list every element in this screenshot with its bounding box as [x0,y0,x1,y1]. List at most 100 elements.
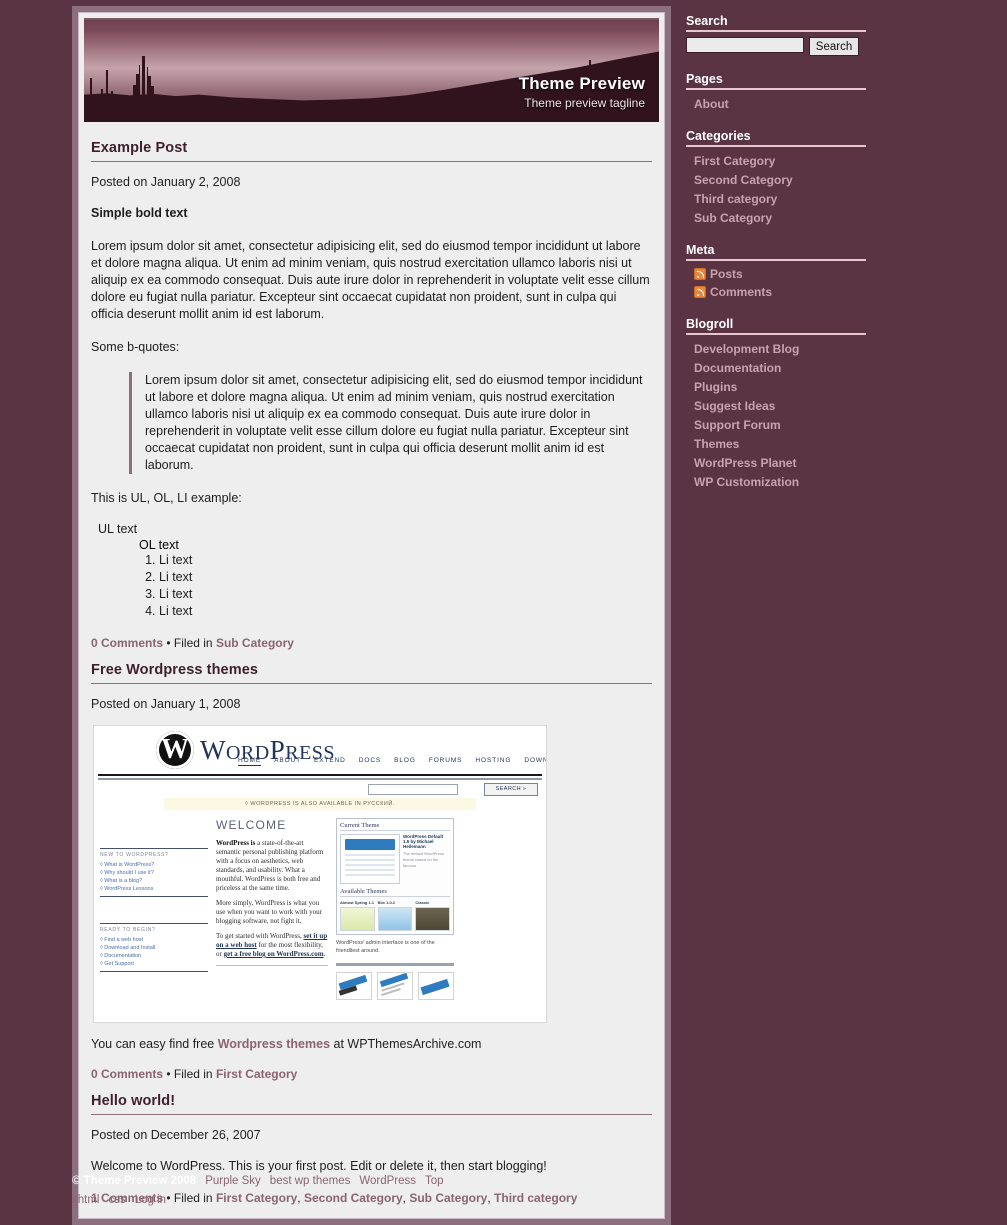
wp-box-title: NEW TO WORDPRESS? [100,852,169,858]
site-header-banner[interactable]: Theme Preview Theme preview tagline [84,18,659,122]
sidebar-item-second-category[interactable]: Second Category [694,173,793,187]
wordpress-themes-link[interactable]: Wordpress themes [218,1037,330,1051]
list-item: Li text [159,569,652,586]
wp-section-divider [336,963,454,966]
list-item: WordPress Planet [686,453,866,472]
search-input[interactable] [686,37,804,53]
wp-nav-docs[interactable]: DOCS [359,757,381,764]
wp-nav-extend[interactable]: EXTEND [314,757,346,764]
list-item: Themes [686,434,866,453]
wp-nav-home[interactable]: HOME [238,757,262,766]
wp-box-link[interactable]: ◊ Find a web host [100,936,208,944]
sidebar-title-meta: Meta [686,243,866,261]
wp-box-link[interactable]: ◊ Why should I use it? [100,869,208,877]
footer-link-wordpress[interactable]: WordPress [359,1175,416,1187]
wp-theme-line [345,874,395,876]
wp-p3-before: To get started with WordPress, [216,932,304,940]
wp-available-theme[interactable]: Classic [415,900,451,931]
wp-promo-card[interactable] [418,972,454,1000]
wp-available-theme-thumb [415,907,451,931]
page-root: Theme Preview Theme preview tagline Exam… [0,0,1007,1225]
wp-nav-forums[interactable]: FORUMS [429,757,463,764]
sidebar-item-sub-category[interactable]: Sub Category [694,211,772,225]
filed-in-label: Filed in [173,636,213,650]
wp-box-link[interactable]: ◊ What is WordPress? [100,861,208,869]
sidebar-item-development-blog[interactable]: Development Blog [694,342,799,356]
post-category-link[interactable]: First Category [216,1067,297,1081]
wp-logo-bar: W WORDPRESS HOME ABOUT EXTEND DOCS BLOG FORUM… [98,726,546,776]
post-title[interactable]: Hello world! [91,1093,652,1109]
footer-link-purple-sky[interactable]: Purple Sky [205,1175,261,1187]
wp-available-theme-thumb [377,907,413,931]
wp-available-theme[interactable]: Blix 1.0.2 [377,900,413,931]
post-title[interactable]: Example Post [91,140,652,156]
wp-language-banner[interactable]: ◊ WORDPRESS IS ALSO AVAILABLE IN РУССКИЙ… [164,798,476,810]
footer-link-css[interactable]: css [108,1194,125,1206]
sidebar-item-posts-feed[interactable]: Posts [710,267,743,281]
search-form[interactable] [686,37,866,56]
wp-box-link[interactable]: ◊ Download and Install [100,944,208,952]
sidebar-section-meta: Meta Posts Comments [686,243,866,301]
sidebar-item-third-category[interactable]: Third category [694,192,777,206]
sidebar-item-themes[interactable]: Themes [694,437,739,451]
footer-link-top[interactable]: Top [425,1175,444,1187]
wp-nav-hosting[interactable]: HOSTING [475,757,511,764]
wp-primary-nav[interactable]: HOME ABOUT EXTEND DOCS BLOG FORUMS HOSTING DOWN… [238,757,546,766]
demo-nested-list: OL text [91,538,652,552]
wp-box-link[interactable]: ◊ What is a blog? [100,877,208,885]
wp-box-link[interactable]: ◊ WordPress Lessons [100,885,208,893]
wp-available-themes-row: Almost Spring 1.1 Blix 1.0.2 Classic [340,900,451,931]
sidebar-item-support-forum[interactable]: Support Forum [694,418,781,432]
wp-available-theme-name: Blix 1.0.2 [377,900,396,905]
wp-p3-after: . [323,950,326,958]
wp-search-input[interactable] [368,784,458,795]
list-item: First Category [686,151,866,170]
sidebar-item-wordpress-planet[interactable]: WordPress Planet [694,456,796,470]
sidebar-item-documentation[interactable]: Documentation [694,361,781,375]
list-item: Li text [159,552,652,569]
sidebar-item-about[interactable]: About [694,97,729,111]
wp-nav-download[interactable]: DOWNLOAD [524,757,546,764]
rss-feed-icon [694,286,706,298]
post-blockquote: Lorem ipsum dolor sit amet, consectetur … [129,372,652,474]
sidebar-item-first-category[interactable]: First Category [694,154,775,168]
post-comments-link[interactable]: 0 Comments [91,636,163,650]
wordmark-w: W [200,735,226,765]
footer-link-xhtml[interactable]: xhtml [72,1194,99,1206]
post-title[interactable]: Free Wordpress themes [91,662,652,678]
post-category-link[interactable]: Sub Category [216,636,294,650]
wp-promo-card[interactable] [336,972,372,1000]
footer-link-best-wp-themes[interactable]: best wp themes [270,1175,351,1187]
posts-container: Example Post Posted on January 2, 2008 S… [84,122,659,1213]
demo-ordered-list: Li text Li text Li text Li text [91,552,652,620]
rss-feed-icon [694,268,706,280]
wp-box-link[interactable]: ◊ Documentation [100,952,208,960]
wp-free-blog-link[interactable]: get a free blog on WordPress.com [224,950,324,958]
wp-nav-blog[interactable]: BLOG [394,757,416,764]
wp-ready-to-begin-box: READY TO BEGIN? ◊ Find a web host ◊ Down… [100,923,208,972]
sidebar-item-wp-customization[interactable]: WP Customization [694,475,799,489]
wordpress-logo-icon: W [156,731,194,769]
wp-promo-card[interactable] [377,972,413,1000]
wp-theme-line [345,869,395,871]
footer-link-login[interactable]: Log in [135,1194,166,1206]
wp-paragraph-1: WordPress is a state-of-the-art semantic… [216,839,328,893]
search-button[interactable] [809,37,859,56]
wp-available-theme-name: Almost Spring 1.1 [340,900,375,905]
sidebar-item-plugins[interactable]: Plugins [694,380,737,394]
site-tagline: Theme preview tagline [524,96,645,110]
sidebar-item-suggest-ideas[interactable]: Suggest Ideas [694,399,775,413]
list-item: Second Category [686,170,866,189]
wordpress-homepage-screenshot[interactable]: W WORDPRESS HOME ABOUT EXTEND DOCS BLOG FORUM… [93,725,547,1023]
wp-available-theme[interactable]: Almost Spring 1.1 [340,900,375,931]
wp-box-link[interactable]: ◊ Get Support [100,960,208,968]
wp-theme-description: The default WordPress theme based on the… [403,851,444,868]
header-tree-icon [142,56,145,100]
wp-search-button[interactable]: SEARCH » [484,783,538,796]
wp-nav-about[interactable]: ABOUT [274,757,301,764]
post-comments-link[interactable]: 0 Comments [91,1067,163,1081]
sidebar-item-comments-feed[interactable]: Comments [710,285,772,299]
header-tree-icon [90,78,92,100]
meta-list: Posts Comments [686,265,866,301]
site-title[interactable]: Theme Preview [519,74,645,94]
